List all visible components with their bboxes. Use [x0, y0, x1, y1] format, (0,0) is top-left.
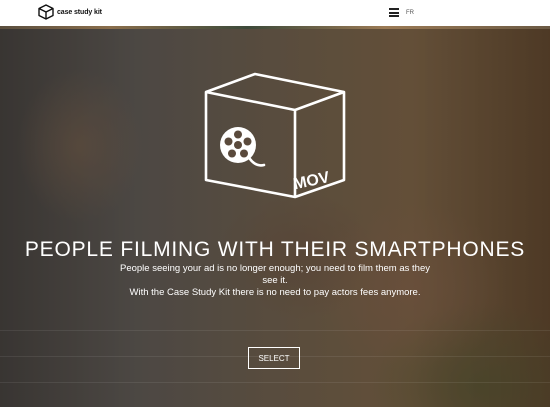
description-line: With the Case Study Kit there is no need… — [129, 287, 421, 298]
hero-headline: PEOPLE FILMING WITH THEIR SMARTPHONES — [24, 238, 526, 262]
film-reel-box-icon: MOV — [204, 72, 346, 199]
language-switch-link[interactable]: FR — [406, 10, 414, 16]
select-button[interactable]: SELECT — [248, 347, 300, 369]
hero-description: People seeing your ad is no longer enoug… — [118, 263, 432, 299]
mov-label: MOV — [292, 169, 332, 193]
logo-text: case study kit — [57, 8, 102, 16]
box-logo-icon — [38, 4, 54, 20]
stair-line — [0, 330, 550, 331]
hamburger-menu-icon[interactable] — [389, 8, 399, 17]
photo-strip — [0, 26, 550, 29]
stair-line — [0, 382, 550, 383]
page: case study kit FR MOV PEOPLE FILMING WIT… — [0, 0, 550, 407]
site-logo[interactable]: case study kit — [38, 4, 102, 20]
description-line: People seeing your ad is no longer enoug… — [119, 263, 430, 286]
top-navigation-bar: case study kit FR — [0, 0, 550, 26]
